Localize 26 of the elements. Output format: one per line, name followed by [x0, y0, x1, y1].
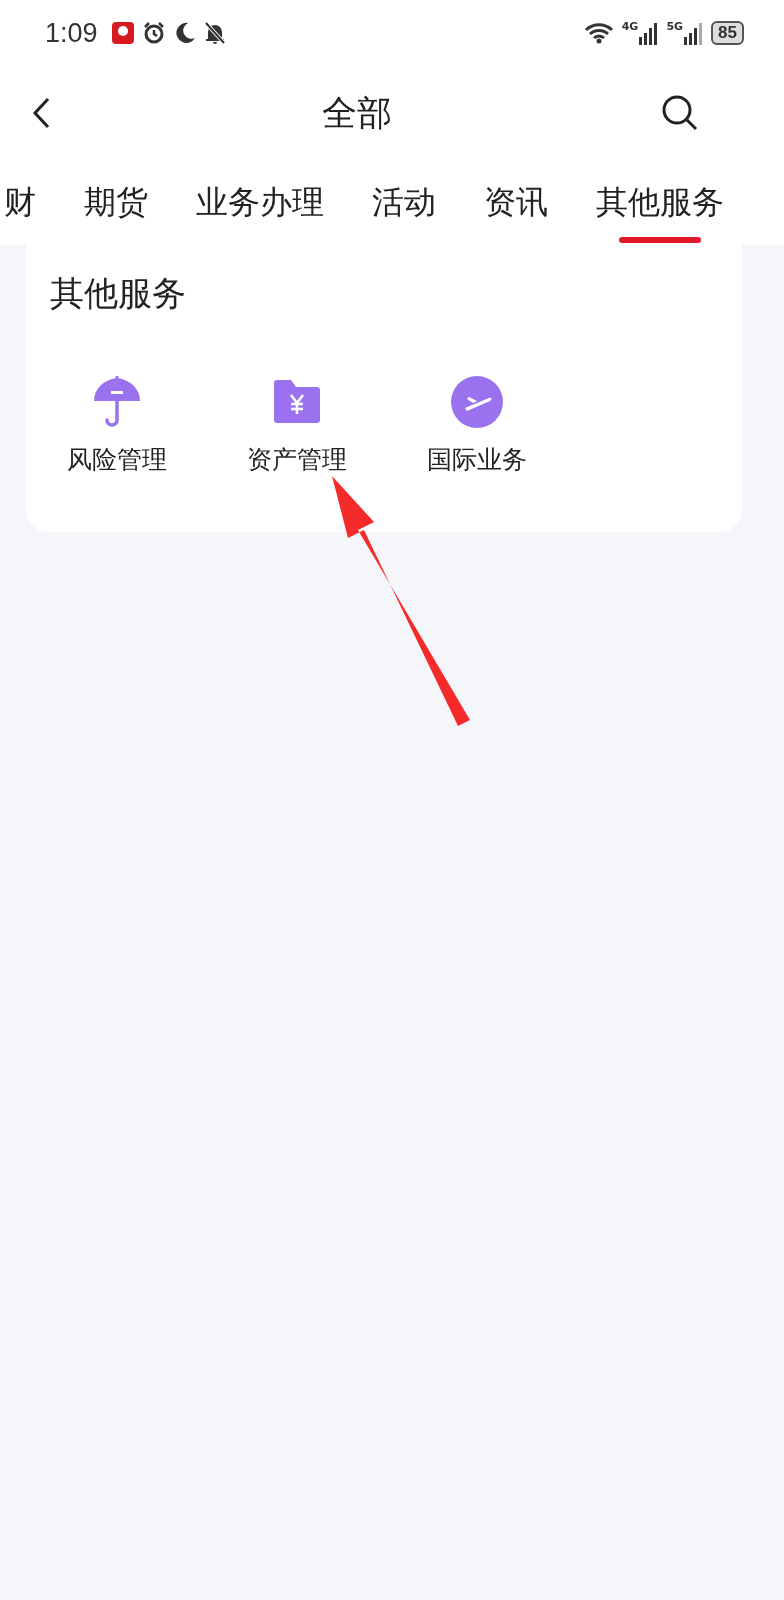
- back-button[interactable]: [30, 96, 52, 130]
- battery-level: 85: [711, 21, 744, 45]
- status-time: 1:09: [45, 17, 98, 49]
- section-title: 其他服务: [50, 272, 187, 315]
- wifi-icon: [583, 22, 614, 44]
- network-type: 4G: [621, 21, 639, 32]
- umbrella-icon: [92, 376, 142, 428]
- category-tab[interactable]: 财: [4, 160, 60, 245]
- search-button[interactable]: [661, 94, 699, 132]
- plane-icon: [451, 376, 503, 428]
- service-item[interactable]: 风险管理: [27, 375, 207, 476]
- service-item[interactable]: 国际业务: [387, 375, 567, 476]
- category-tab[interactable]: 资讯: [460, 160, 572, 245]
- moon-icon: [173, 22, 196, 44]
- network-type: 5G: [666, 21, 684, 32]
- category-tab[interactable]: 期货: [60, 160, 172, 245]
- category-tab[interactable]: 活动: [348, 160, 460, 245]
- app-notification-icon: [111, 22, 134, 44]
- signal-icon: [638, 21, 659, 45]
- folder-icon: [272, 379, 322, 425]
- signal-icon: [683, 21, 704, 45]
- page-title: 全部: [321, 91, 392, 135]
- bell-off-icon: [203, 21, 226, 45]
- category-tab[interactable]: 业务办理: [172, 160, 348, 245]
- service-item[interactable]: 资产管理: [207, 375, 387, 476]
- category-tab[interactable]: 其他服务: [572, 160, 748, 245]
